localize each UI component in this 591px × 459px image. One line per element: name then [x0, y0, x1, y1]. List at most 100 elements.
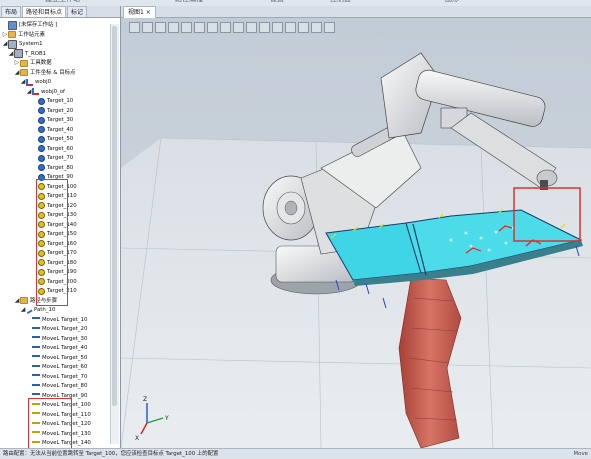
3d-viewport[interactable]: Z Y X: [121, 18, 591, 448]
tree-item[interactable]: [未保存工作站 ]: [2, 20, 57, 30]
axis-label-y: Y: [164, 415, 169, 422]
tree-item-label: wobj0: [35, 79, 52, 85]
tree-scrollbar-thumb[interactable]: [112, 26, 117, 406]
target-icon: [38, 145, 45, 152]
movel-icon: [32, 317, 40, 322]
ribbon-menu-0[interactable]: 建立工作站: [45, 0, 80, 4]
ribbon-menu-4[interactable]: Freehand: [380, 0, 412, 2]
tree-item[interactable]: MoveL Target_50: [26, 353, 87, 363]
tree-item[interactable]: ◢ wobj0_of: [26, 87, 65, 97]
tree-item-label: MoveL Target_50: [42, 354, 88, 361]
tree-item[interactable]: ◢ 工件坐标 & 目标点: [14, 68, 75, 78]
snap-center-icon[interactable]: [155, 22, 166, 33]
tree-item-label: Path_10: [34, 307, 56, 313]
tree-item[interactable]: MoveL Target_10: [26, 315, 87, 325]
tree-item[interactable]: MoveL Target_40: [26, 343, 87, 353]
movel-icon: [32, 364, 40, 370]
tab-view1[interactable]: 视图1 ×: [123, 6, 156, 18]
ribbon-menu-2[interactable]: 设置: [270, 0, 284, 4]
tree-item-label: 工具数据: [30, 60, 52, 66]
highlight-box-moves: [28, 398, 72, 448]
zoom-icon[interactable]: [285, 22, 296, 33]
tree-scrollbar[interactable]: [110, 24, 119, 444]
ribbon-menu-1[interactable]: 路径编程: [175, 0, 203, 4]
tree-item-label: Target_40: [47, 126, 74, 133]
tree-item[interactable]: Target_70: [32, 153, 73, 163]
target-icon: [38, 126, 45, 133]
diameter-icon[interactable]: [233, 22, 244, 33]
movel-icon: [32, 374, 40, 379]
tree-item[interactable]: MoveL Target_30: [26, 334, 87, 344]
robot-icon: [14, 49, 23, 58]
tab-layout[interactable]: 布局: [1, 6, 22, 17]
tree-item[interactable]: Target_20: [32, 106, 73, 116]
tree-item-label: Target_10: [47, 98, 74, 104]
tree-item-label: wobj0_of: [41, 88, 65, 95]
tree-item[interactable]: ◢ T_ROB1: [8, 49, 46, 59]
snap-object-icon[interactable]: [142, 22, 153, 33]
path-icon: [25, 306, 33, 314]
tree-item[interactable]: Target_50: [32, 134, 73, 144]
tree-item-label: MoveL Target_40: [42, 345, 88, 351]
station-icon: [8, 20, 17, 30]
tab-paths-targets[interactable]: 路径和目标点: [22, 6, 67, 17]
tree-item-label: MoveL Target_70: [42, 373, 88, 380]
movel-icon: [32, 383, 40, 389]
tree-item-label: MoveL Target_20: [42, 326, 88, 332]
fit-icon[interactable]: [311, 22, 322, 33]
target-icon: [38, 154, 45, 162]
target-icon: [38, 164, 45, 171]
tree-item[interactable]: MoveL Target_60: [26, 362, 87, 372]
stop-icon[interactable]: [259, 22, 270, 33]
movel-icon: [32, 345, 40, 351]
tree-item-label: Target_70: [47, 155, 74, 161]
axis-label-z: Z: [143, 396, 147, 403]
snap-edge-icon[interactable]: [168, 22, 179, 33]
frame-icon[interactable]: [246, 22, 257, 33]
ribbon-menu-5[interactable]: 图形: [445, 0, 459, 4]
select-icon[interactable]: [129, 22, 140, 33]
movel-icon: [32, 336, 40, 341]
tree-item-label: Target_50: [47, 136, 74, 142]
tree-item[interactable]: Target_60: [32, 144, 73, 154]
view-icon[interactable]: [324, 22, 335, 33]
rotate-icon[interactable]: [272, 22, 283, 33]
tree-item-label: MoveL Target_80: [42, 383, 88, 389]
tree-item[interactable]: Target_40: [32, 125, 73, 135]
target-icon: [38, 116, 45, 124]
tree-item-label: Target_20: [47, 107, 74, 114]
folder-icon: [20, 297, 28, 304]
tree-item[interactable]: ▷ 工具数据: [14, 58, 52, 68]
workobject-icon: [26, 78, 33, 86]
measure-icon[interactable]: [194, 22, 205, 33]
viewport-toolbar: [129, 22, 335, 34]
tree-item-label: MoveL Target_10: [42, 316, 88, 323]
axis-label-x: X: [135, 435, 139, 442]
folder-icon: [20, 59, 28, 67]
scene-svg: Z Y X: [121, 18, 591, 448]
tree-item[interactable]: Target_80: [32, 163, 73, 173]
folder-icon: [20, 69, 28, 76]
workobject-icon: [32, 88, 39, 95]
distance-icon[interactable]: [207, 22, 218, 33]
tab-tags[interactable]: 标记: [67, 6, 88, 17]
tree-item-label: [未保存工作站 ]: [19, 22, 58, 28]
tree-item[interactable]: Target_30: [32, 115, 73, 125]
tree-item-label: MoveL Target_30: [42, 335, 88, 342]
pan-icon[interactable]: [298, 22, 309, 33]
tree-item[interactable]: ▷ 工作站元素: [2, 30, 45, 40]
tree-item[interactable]: MoveL Target_80: [26, 381, 87, 391]
tree-item[interactable]: ◢ System1: [2, 39, 43, 49]
snap-grid-icon[interactable]: [181, 22, 192, 33]
ribbon-menu-3[interactable]: 控制器: [330, 0, 351, 4]
angle-icon[interactable]: [220, 22, 231, 33]
tree-item[interactable]: Target_10: [32, 96, 73, 106]
movel-icon: [32, 326, 40, 332]
target-icon: [38, 135, 45, 143]
tree-item[interactable]: ◢ wobj0: [20, 77, 51, 87]
tree-item[interactable]: MoveL Target_70: [26, 372, 87, 382]
tree-item[interactable]: ◢ Path_10: [20, 305, 55, 315]
target-icon: [38, 97, 45, 105]
tree-item[interactable]: MoveL Target_20: [26, 324, 87, 334]
target-icon: [38, 107, 45, 114]
